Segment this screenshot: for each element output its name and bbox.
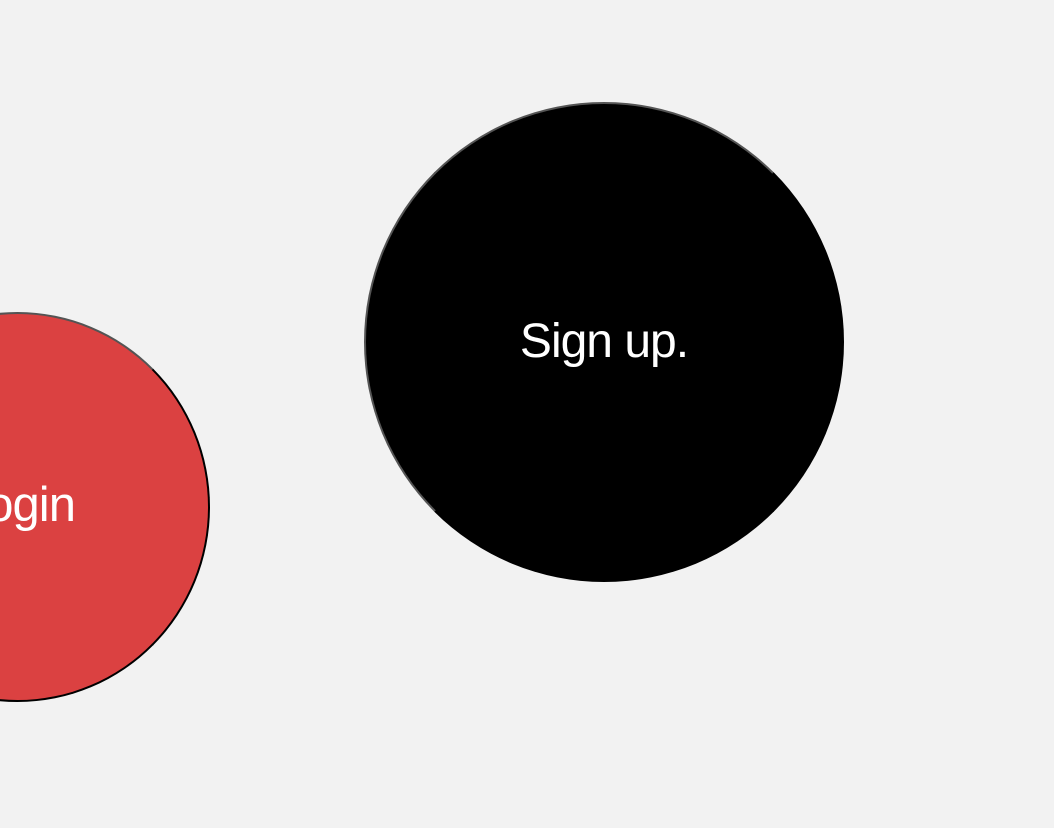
auth-choice-screen: Login Sign up. xyxy=(0,0,1054,828)
login-label: Login xyxy=(0,477,76,532)
login-button[interactable]: Login xyxy=(0,312,210,702)
signup-button[interactable]: Sign up. xyxy=(364,102,844,582)
signup-label: Sign up. xyxy=(519,315,689,368)
